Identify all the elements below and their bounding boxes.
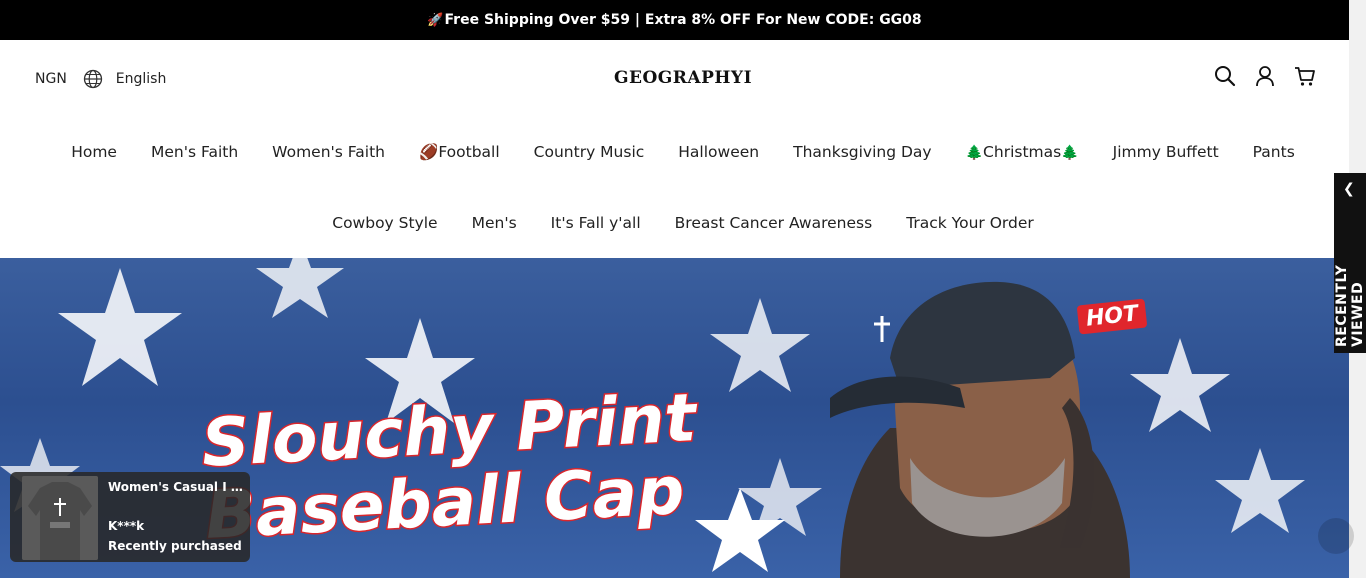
popup-buyer: K***k <box>108 519 145 533</box>
tree-icon: 🌲 <box>1061 145 1079 161</box>
nav-item-breast-cancer-awareness[interactable]: Breast Cancer Awareness <box>658 214 890 232</box>
chevron-left-icon: ❮ <box>1343 181 1355 197</box>
nav-item-mens[interactable]: Men's <box>455 214 534 232</box>
rocket-icon: 🚀 <box>427 12 444 28</box>
hero-title: Slouchy Print Baseball Cap <box>198 378 702 556</box>
nav-item-its-fall-yall[interactable]: It's Fall y'all <box>534 214 658 232</box>
popup-product-name: Women's Casual I C... <box>108 480 243 494</box>
nav-item-country-music[interactable]: Country Music <box>517 143 662 162</box>
nav-item-halloween[interactable]: Halloween <box>661 143 776 162</box>
nav-item-pants[interactable]: Pants <box>1236 143 1312 162</box>
sweatshirt-image <box>22 476 98 560</box>
recently-viewed-tab[interactable]: ❮ RECENTLY VIEWED <box>1334 173 1366 353</box>
nav-item-football[interactable]: 🏈Football <box>402 143 517 162</box>
nav-item-cowboy-style[interactable]: Cowboy Style <box>315 214 454 232</box>
account-icon[interactable] <box>1254 65 1276 87</box>
football-icon: 🏈 <box>419 143 439 161</box>
header-icons <box>1214 65 1316 87</box>
announcement-text: Free Shipping Over $59 | Extra 8% OFF Fo… <box>444 12 922 28</box>
site-header: NGN English GEOGRAPHYI <box>0 40 1349 116</box>
nav-item-womens-faith[interactable]: Women's Faith <box>255 143 402 162</box>
cart-icon[interactable] <box>1294 65 1316 87</box>
announcement-bar: 🚀 Free Shipping Over $59 | Extra 8% OFF … <box>0 0 1349 40</box>
popup-status: Recently purchased <box>108 539 242 553</box>
recent-purchase-popup[interactable]: Women's Casual I C... K***k Recently pur… <box>10 472 250 562</box>
nav-row-1: Home Men's Faith Women's Faith 🏈Football… <box>0 143 1366 162</box>
tree-icon: 🌲 <box>965 145 984 161</box>
nav-item-mens-faith[interactable]: Men's Faith <box>134 143 255 162</box>
nav-item-thanksgiving-day[interactable]: Thanksgiving Day <box>776 143 949 162</box>
nav-item-christmas[interactable]: 🌲Christmas🌲 <box>949 143 1096 162</box>
product-thumbnail <box>22 476 98 560</box>
site-logo[interactable]: GEOGRAPHYI <box>0 68 1366 88</box>
recently-viewed-label: RECENTLY VIEWED <box>1334 264 1366 347</box>
nav-row-2: Cowboy Style Men's It's Fall y'all Breas… <box>0 214 1366 232</box>
nav-item-track-your-order[interactable]: Track Your Order <box>889 214 1051 232</box>
carousel-next-button[interactable] <box>1318 518 1354 554</box>
search-icon[interactable] <box>1214 65 1236 87</box>
nav-item-home[interactable]: Home <box>54 143 134 162</box>
main-navigation: Home Men's Faith Women's Faith 🏈Football… <box>0 116 1366 258</box>
nav-item-jimmy-buffett[interactable]: Jimmy Buffett <box>1096 143 1236 162</box>
